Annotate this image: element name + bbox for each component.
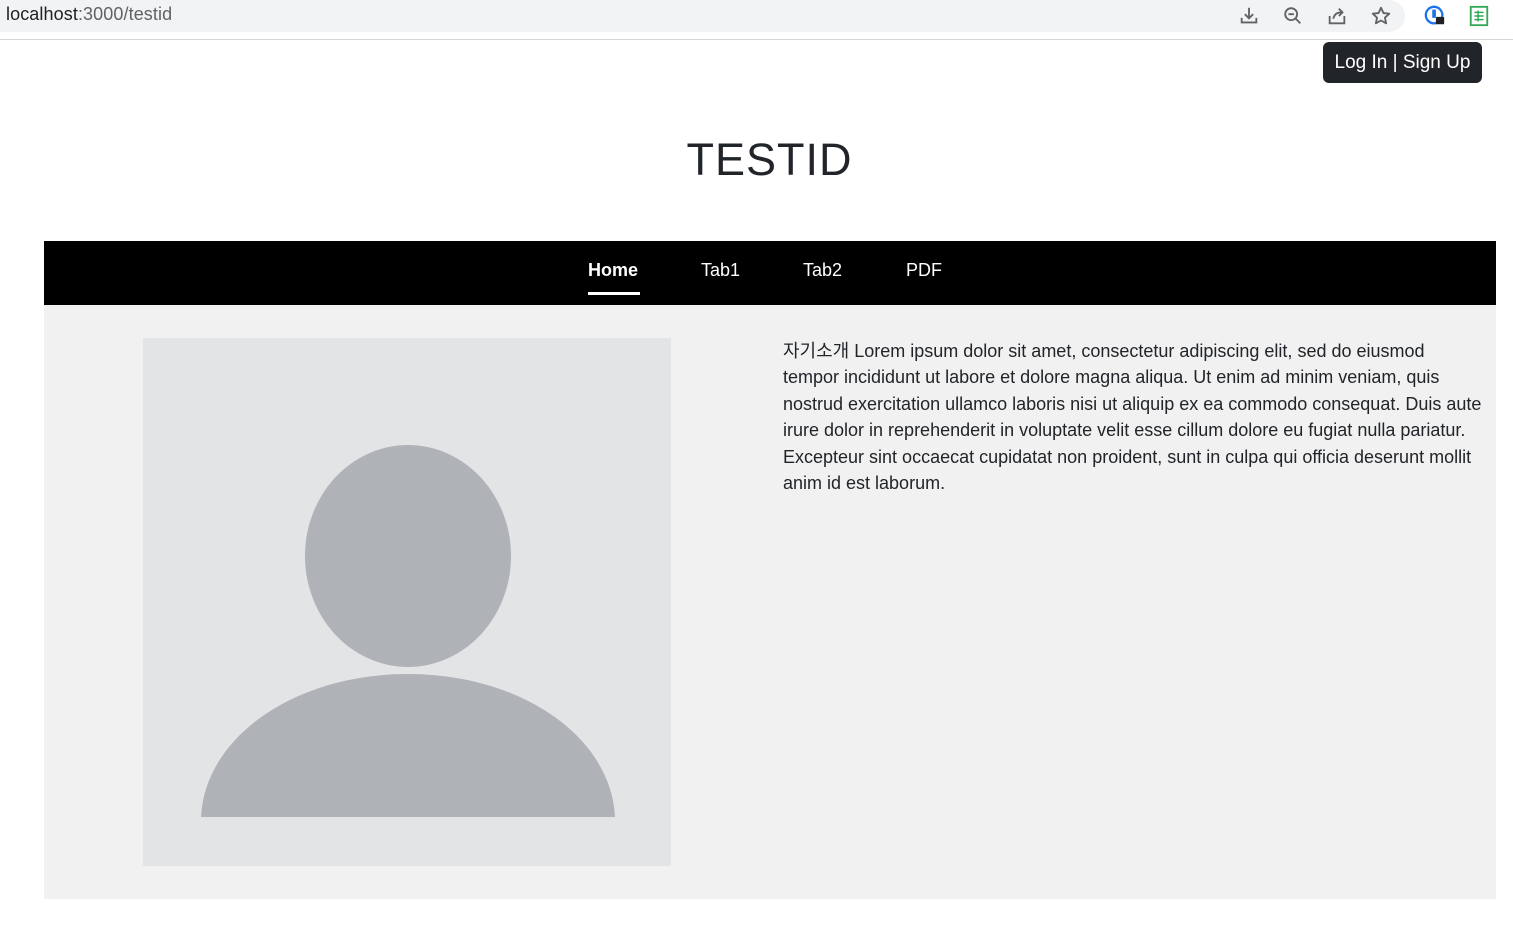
extension-lock-icon[interactable] — [1422, 3, 1448, 29]
url-host: localhost — [6, 4, 78, 24]
download-icon[interactable] — [1236, 3, 1262, 29]
zoom-out-icon[interactable] — [1280, 3, 1306, 29]
share-icon[interactable] — [1324, 3, 1350, 29]
browser-toolbar: localhost:3000/testid — [0, 0, 1513, 40]
url-path: :3000/testid — [77, 4, 173, 24]
profile-bio: 자기소개 Lorem ipsum dolor sit amet, consect… — [783, 341, 1482, 494]
address-bar[interactable]: localhost:3000/testid — [0, 0, 1405, 32]
page-title: TESTID — [686, 134, 853, 185]
star-icon[interactable] — [1368, 3, 1394, 29]
active-tab-indicator — [588, 292, 640, 295]
nav-tab-home[interactable]: Home — [588, 260, 638, 281]
profile-section: 자기소개 Lorem ipsum dolor sit amet, consect… — [44, 305, 1496, 899]
person-placeholder-icon — [201, 445, 615, 817]
nav-tab-pdf[interactable]: PDF — [906, 260, 942, 281]
sheets-extension-icon[interactable] — [1466, 3, 1492, 29]
profile-avatar — [143, 338, 671, 866]
main-nav: Home Tab1 Tab2 PDF — [44, 241, 1496, 305]
nav-tab-tab2[interactable]: Tab2 — [803, 260, 842, 281]
nav-tab-tab1[interactable]: Tab1 — [701, 260, 740, 281]
login-signup-button[interactable]: Log In | Sign Up — [1323, 42, 1482, 83]
url-text[interactable]: localhost:3000/testid — [6, 4, 172, 25]
